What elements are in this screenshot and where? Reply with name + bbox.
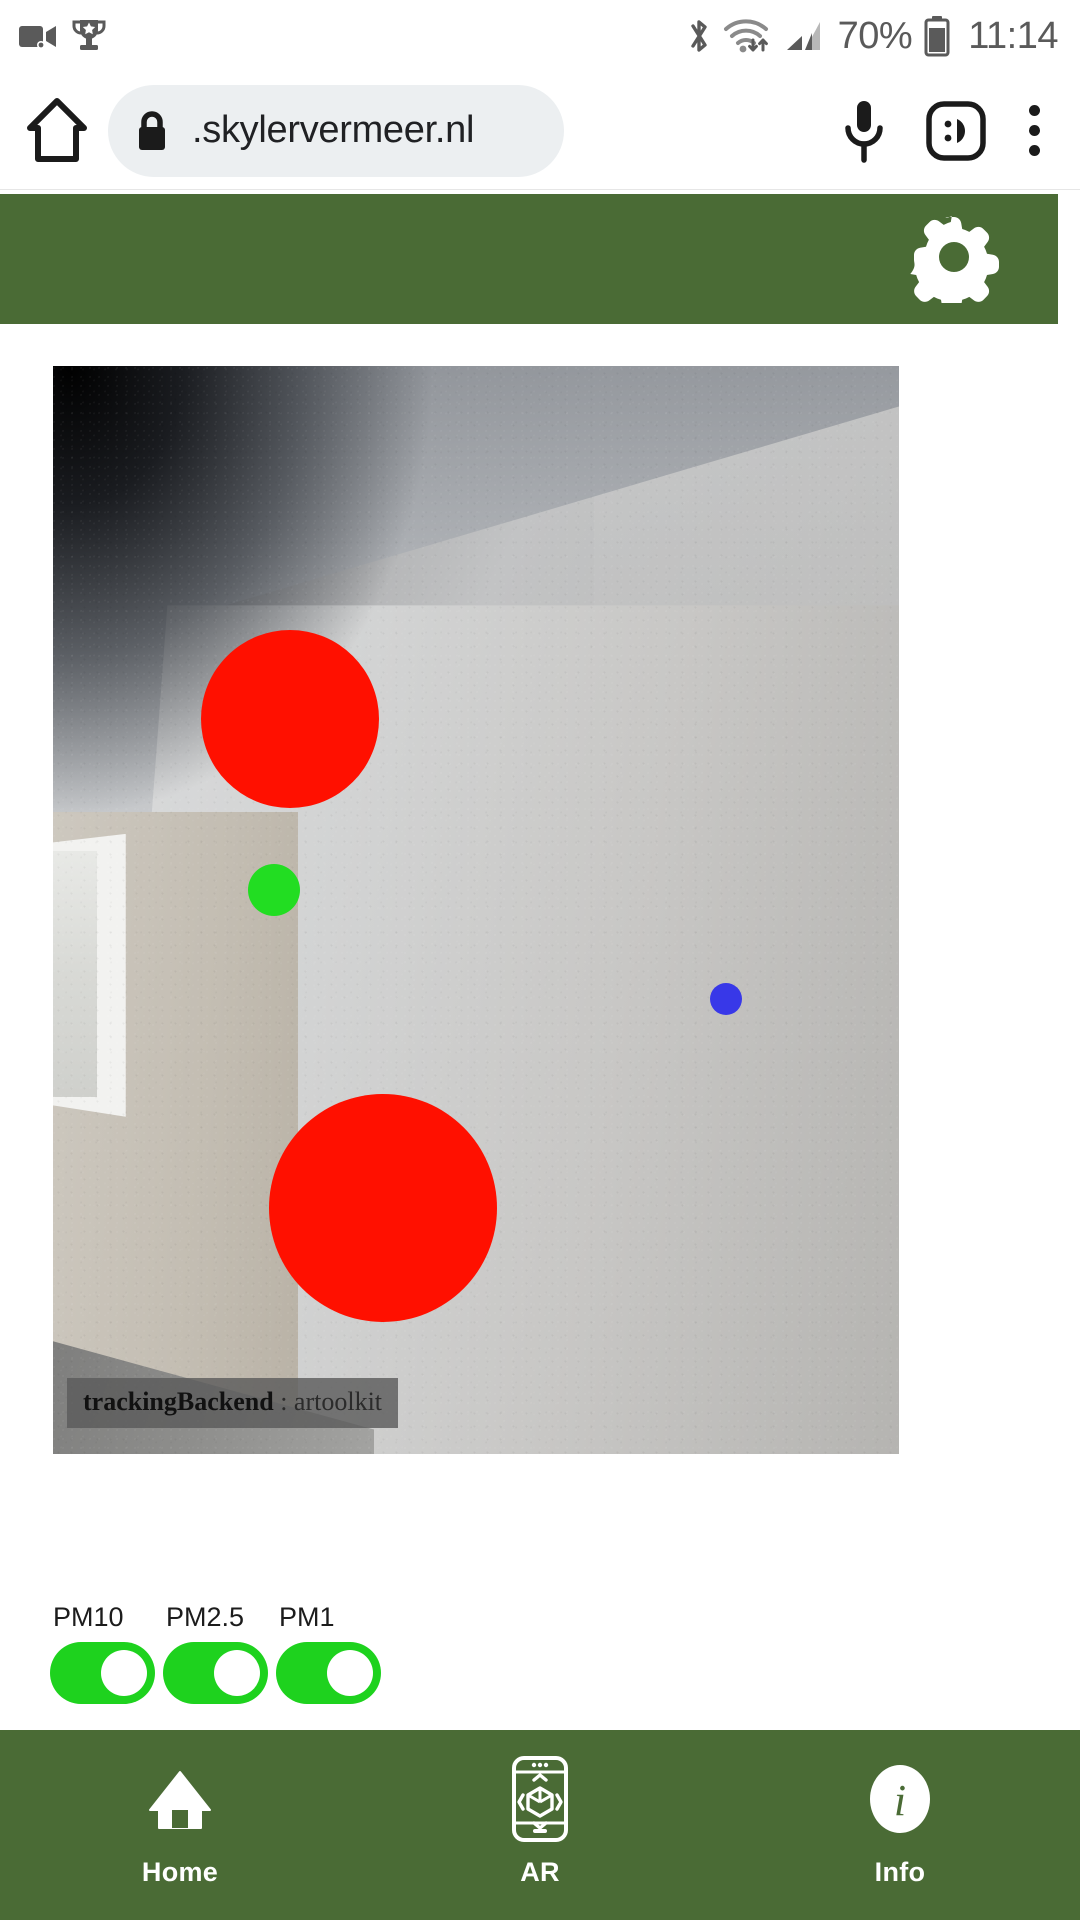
overflow-menu-icon: [1028, 105, 1040, 156]
browser-home-button[interactable]: [14, 88, 100, 174]
status-bar-right-cluster: 70% 11:14: [686, 15, 1058, 57]
camera-feed-image: [53, 366, 899, 1454]
toggle-pm10-cell: PM10: [50, 1602, 155, 1704]
tracking-backend-separator: :: [273, 1387, 294, 1416]
svg-text:i: i: [894, 1776, 906, 1825]
house-icon: [144, 1763, 216, 1835]
trophy-icon: [72, 20, 106, 50]
tab-switcher-button[interactable]: [910, 85, 1002, 177]
settings-button[interactable]: [908, 211, 1000, 312]
wifi-icon: [723, 19, 768, 53]
lock-icon: [139, 110, 165, 150]
pm-marker-blue-small: [710, 983, 742, 1015]
ar-camera-view[interactable]: trackingBackend : artoolkit: [53, 366, 899, 1454]
toggle-pm1-cell: PM1: [276, 1602, 381, 1704]
video-camera-icon: [19, 26, 56, 49]
status-bar: 70% 11:14: [0, 0, 1080, 72]
ar-cube-phone-icon: [511, 1755, 569, 1842]
toggle-pm10[interactable]: [50, 1642, 155, 1704]
tab-count-icon: [926, 100, 986, 161]
bluetooth-icon: [690, 20, 707, 52]
app-header: [0, 194, 1058, 324]
tracking-backend-value: artoolkit: [293, 1387, 383, 1416]
nav-item-ar[interactable]: AR: [360, 1730, 720, 1920]
pm-toggle-row: PM10 PM2.5 PM1: [50, 1602, 381, 1704]
browser-toolbar: .skylervermeer.nl: [0, 72, 1080, 190]
toggle-pm25-knob: [214, 1650, 260, 1696]
toggle-pm25[interactable]: [163, 1642, 268, 1704]
nav-label-home: Home: [141, 1856, 219, 1887]
camera-feed-texture: [53, 366, 899, 1454]
toggle-pm1-label: PM1: [279, 1602, 335, 1632]
pm-marker-red-large: [201, 630, 379, 808]
toggle-pm25-cell: PM2.5: [163, 1602, 268, 1704]
bottom-navigation: Home AR i Info: [0, 1730, 1080, 1920]
toggle-pm10-knob: [101, 1650, 147, 1696]
voice-search-button[interactable]: [818, 85, 910, 177]
browser-menu-button[interactable]: [1002, 85, 1066, 177]
nav-item-info[interactable]: i Info: [720, 1730, 1080, 1920]
nav-label-info: Info: [874, 1856, 926, 1887]
battery-icon: [924, 16, 950, 57]
gear-icon: [910, 215, 999, 312]
url-text: .skylervermeer.nl: [192, 109, 475, 151]
nav-label-ar: AR: [520, 1856, 560, 1887]
pm-marker-green-small: [248, 864, 300, 916]
nav-item-home[interactable]: Home: [0, 1730, 360, 1920]
url-bar[interactable]: .skylervermeer.nl: [108, 84, 564, 177]
info-circle-icon: i: [867, 1763, 933, 1835]
home-icon: [27, 97, 87, 162]
toggle-pm1[interactable]: [276, 1642, 381, 1704]
toggle-pm25-label: PM2.5: [166, 1602, 245, 1632]
toggle-pm10-label: PM10: [53, 1602, 124, 1632]
main-content: trackingBackend : artoolkit PM10 PM2.5 PM1: [0, 324, 1080, 1730]
tracking-backend-key: trackingBackend: [83, 1387, 274, 1416]
tracking-backend-label: trackingBackend : artoolkit: [67, 1378, 399, 1428]
microphone-icon: [845, 100, 883, 163]
pm-marker-red-bottom: [269, 1094, 497, 1322]
status-bar-left-icons: [18, 18, 106, 54]
clock-label: 11:14: [968, 15, 1058, 57]
toggle-pm1-knob: [327, 1650, 373, 1696]
cellular-signal-icon: [786, 22, 820, 50]
battery-percent-label: 70%: [837, 15, 913, 57]
